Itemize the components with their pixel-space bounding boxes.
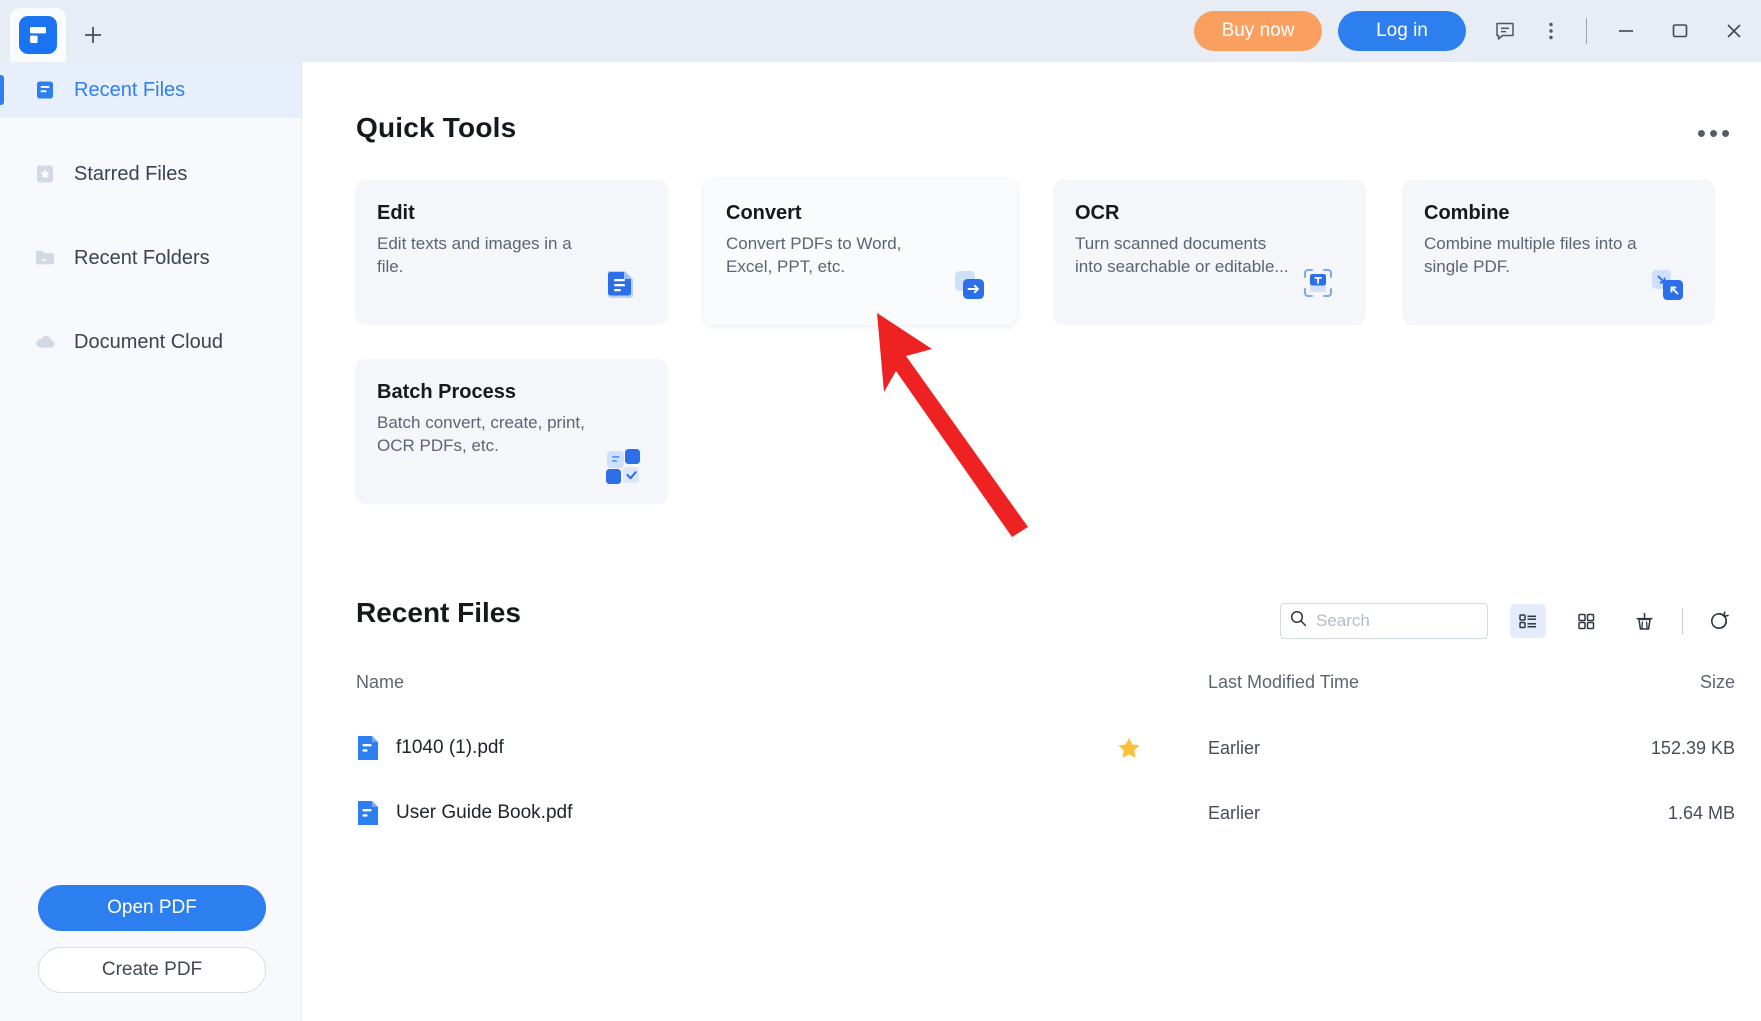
main-content: Quick Tools ••• Edit Edit texts and imag… [303, 62, 1761, 1021]
combine-files-icon [1641, 257, 1693, 309]
sidebar-item-recent-folders[interactable]: Recent Folders [0, 230, 301, 286]
vertical-dots-icon[interactable] [1528, 8, 1574, 54]
sidebar-item-label: Recent Files [74, 79, 185, 102]
close-icon[interactable] [1707, 0, 1761, 62]
column-header-modified: Last Modified Time [1208, 672, 1528, 693]
sidebar-item-document-cloud[interactable]: Document Cloud [0, 314, 301, 370]
toolbar-divider [1682, 608, 1683, 634]
tool-card-description: Turn scanned documents into searchable o… [1075, 232, 1290, 279]
minimize-icon[interactable] [1599, 0, 1653, 62]
pdf-file-icon [356, 799, 380, 827]
quick-tools-title: Quick Tools [356, 112, 516, 144]
recent-files-icon [32, 77, 58, 103]
tool-card-title: Combine [1424, 202, 1715, 225]
window-controls-group: Buy now Log in [1194, 0, 1761, 62]
refresh-icon[interactable] [1701, 604, 1737, 638]
tool-card-batch-process[interactable]: Batch Process Batch convert, create, pri… [355, 359, 668, 504]
convert-arrow-icon [943, 257, 995, 309]
tool-card-description: Batch convert, create, print, OCR PDFs, … [377, 411, 592, 458]
file-name-cell: User Guide Book.pdf [356, 799, 1116, 827]
file-size-label: 152.39 KB [1528, 738, 1741, 759]
grid-view-icon[interactable] [1568, 604, 1604, 638]
file-size-label: 1.64 MB [1528, 803, 1741, 824]
file-name-cell: f1040 (1).pdf [356, 734, 1116, 762]
title-bar: Buy now Log in [0, 0, 1761, 62]
tool-card-title: Edit [377, 202, 668, 225]
document-cloud-icon [32, 329, 58, 355]
sidebar-item-starred-files[interactable]: Starred Files [0, 146, 301, 202]
column-header-name: Name [356, 672, 1116, 693]
list-view-icon[interactable] [1510, 604, 1546, 638]
recent-files-title: Recent Files [356, 597, 521, 629]
table-row[interactable]: f1040 (1).pdf Earlier 152.39 KB [356, 720, 1741, 776]
star-filled-icon [1116, 735, 1142, 761]
tool-card-description: Edit texts and images in a file. [377, 232, 592, 279]
tool-card-description: Convert PDFs to Word, Excel, PPT, etc. [726, 232, 941, 279]
buy-now-button[interactable]: Buy now [1194, 11, 1322, 51]
table-header-row: Name Last Modified Time Size [356, 662, 1741, 702]
starred-files-icon [32, 161, 58, 187]
sidebar-actions: Open PDF Create PDF [38, 885, 266, 993]
batch-process-icon [594, 436, 646, 488]
tool-card-title: OCR [1075, 202, 1366, 225]
new-tab-button[interactable] [66, 8, 120, 62]
tab-strip [0, 0, 120, 62]
pdf-file-icon [356, 734, 380, 762]
ocr-scan-icon [1292, 257, 1344, 309]
create-pdf-button[interactable]: Create PDF [38, 947, 266, 993]
column-header-size: Size [1528, 672, 1741, 693]
search-input[interactable] [1316, 611, 1479, 631]
table-row[interactable]: User Guide Book.pdf Earlier 1.64 MB [356, 785, 1741, 841]
sidebar-item-label: Document Cloud [74, 331, 223, 354]
file-name-label: User Guide Book.pdf [396, 802, 572, 824]
log-in-button[interactable]: Log in [1338, 11, 1466, 51]
sidebar: Recent Files Starred Files Recent Folder… [0, 62, 302, 1021]
star-toggle[interactable] [1116, 735, 1208, 761]
tool-card-convert[interactable]: Convert Convert PDFs to Word, Excel, PPT… [704, 180, 1017, 325]
ellipsis-icon[interactable]: ••• [1695, 118, 1735, 148]
file-modified-label: Earlier [1208, 738, 1528, 759]
file-name-label: f1040 (1).pdf [396, 737, 504, 759]
pdf-app-logo-icon [19, 16, 57, 54]
titlebar-divider [1586, 18, 1587, 44]
sidebar-item-recent-files[interactable]: Recent Files [0, 62, 301, 118]
search-box[interactable] [1280, 603, 1488, 639]
file-list-toolbar [1280, 602, 1737, 640]
maximize-icon[interactable] [1653, 0, 1707, 62]
edit-document-icon [594, 257, 646, 309]
tool-card-combine[interactable]: Combine Combine multiple files into a si… [1402, 180, 1715, 325]
open-pdf-button[interactable]: Open PDF [38, 885, 266, 931]
recent-files-table: Name Last Modified Time Size f1040 (1).p… [356, 662, 1741, 841]
file-modified-label: Earlier [1208, 803, 1528, 824]
search-icon [1289, 609, 1308, 633]
app-tab[interactable] [10, 8, 66, 62]
clear-list-broom-icon[interactable] [1626, 604, 1662, 638]
tool-card-description: Combine multiple files into a single PDF… [1424, 232, 1639, 279]
recent-folders-icon [32, 245, 58, 271]
tool-card-ocr[interactable]: OCR Turn scanned documents into searchab… [1053, 180, 1366, 325]
sidebar-item-label: Starred Files [74, 163, 187, 186]
quick-tools-grid: Edit Edit texts and images in a file. Co… [355, 180, 1735, 504]
sidebar-item-label: Recent Folders [74, 247, 210, 270]
tool-card-title: Batch Process [377, 381, 668, 404]
feedback-comment-icon[interactable] [1482, 8, 1528, 54]
tool-card-title: Convert [726, 202, 1017, 225]
tool-card-edit[interactable]: Edit Edit texts and images in a file. [355, 180, 668, 325]
